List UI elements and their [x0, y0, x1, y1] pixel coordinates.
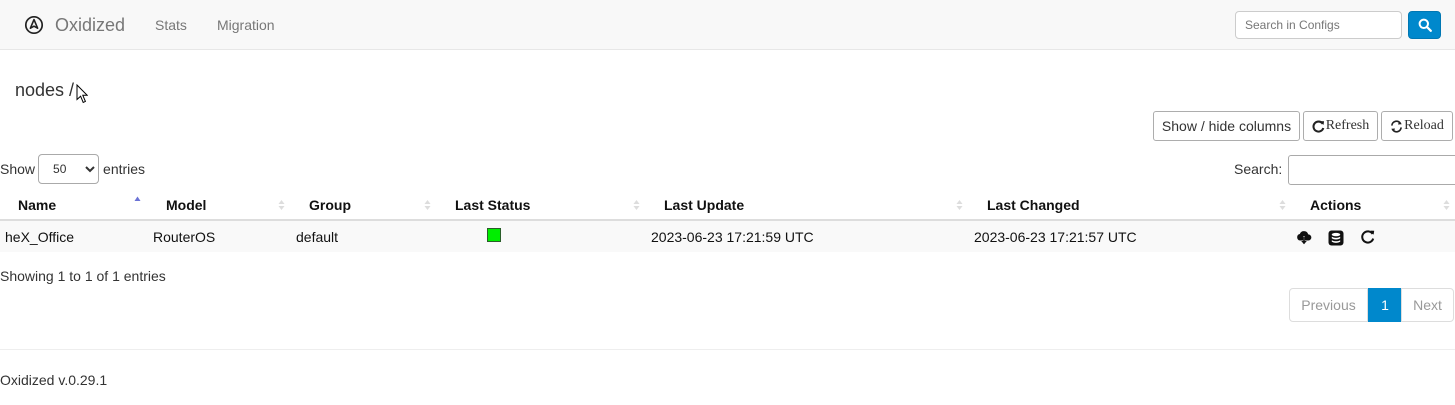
reload-button[interactable]: Reload: [1381, 111, 1453, 141]
status-indicator: [487, 228, 501, 242]
show-hide-columns-button[interactable]: Show / hide columns: [1153, 111, 1300, 141]
navbar: Oxidized Stats Migration: [0, 0, 1455, 50]
page-title: nodes /: [15, 80, 75, 100]
cell-name[interactable]: heX_Office: [5, 229, 74, 245]
footer-version: Oxidized v.0.29.1: [0, 372, 108, 388]
config-search-input[interactable]: [1235, 11, 1402, 39]
pagination-page-1[interactable]: 1: [1368, 288, 1402, 322]
table-header: Name Model Group Last Status Last Update…: [0, 189, 1455, 221]
col-header-model[interactable]: Model: [166, 197, 206, 213]
refresh-icon: [1312, 120, 1325, 133]
show-label: Show: [0, 161, 36, 177]
sort-both-icon: [1279, 200, 1286, 210]
sort-ascending-icon: [134, 196, 141, 201]
table-search-label: Search:: [1234, 161, 1283, 177]
col-header-last-changed[interactable]: Last Changed: [987, 197, 1080, 213]
table-row: heX_Office RouterOS default 2023-06-23 1…: [0, 221, 1455, 252]
refresh-button[interactable]: Refresh: [1303, 111, 1378, 141]
brand-name: Oxidized: [55, 14, 126, 35]
pagination-previous[interactable]: Previous: [1289, 288, 1368, 322]
table-info: Showing 1 to 1 of 1 entries: [0, 268, 166, 284]
sort-both-icon: [278, 200, 285, 210]
nav-stats-link[interactable]: Stats: [155, 17, 187, 33]
sort-both-icon: [424, 200, 431, 210]
search-icon: [1418, 18, 1432, 32]
table-search-input[interactable]: [1288, 155, 1455, 185]
show-hide-columns-label: Show / hide columns: [1161, 118, 1292, 134]
cell-model: RouterOS: [153, 229, 216, 245]
refresh-label: Refresh: [1325, 118, 1370, 133]
database-icon[interactable]: [1328, 230, 1344, 246]
footer-divider: [0, 349, 1455, 350]
cell-group: default: [296, 229, 339, 245]
entries-length-select[interactable]: 50: [38, 154, 100, 184]
sort-both-icon: [956, 200, 963, 210]
col-header-group[interactable]: Group: [309, 197, 351, 213]
nodes-table: Name Model Group Last Status Last Update…: [0, 189, 1455, 252]
nav-migration-link[interactable]: Migration: [217, 17, 275, 33]
config-search-button[interactable]: [1408, 11, 1441, 39]
pagination: Previous 1 Next: [1289, 288, 1454, 322]
sort-both-icon: [1443, 200, 1450, 210]
entries-label: entries: [103, 161, 146, 177]
col-header-name[interactable]: Name: [18, 197, 56, 213]
entries-length-control: Show 50 entries: [0, 154, 146, 184]
col-header-actions[interactable]: Actions: [1310, 197, 1361, 213]
col-header-last-update[interactable]: Last Update: [664, 197, 744, 213]
mouse-cursor-icon: [76, 84, 88, 104]
reload-label: Reload: [1404, 118, 1444, 133]
oxidized-logo-icon: [24, 15, 44, 35]
brand-link[interactable]: Oxidized: [24, 12, 125, 38]
pagination-next[interactable]: Next: [1401, 288, 1454, 322]
cloud-download-icon[interactable]: [1296, 229, 1312, 245]
refresh-node-icon[interactable]: [1360, 229, 1376, 245]
cell-last-changed: 2023-06-23 17:21:57 UTC: [974, 229, 1137, 245]
col-header-last-status[interactable]: Last Status: [455, 197, 530, 213]
reload-icon: [1391, 119, 1403, 133]
cell-last-update: 2023-06-23 17:21:59 UTC: [651, 229, 814, 245]
sort-both-icon: [633, 200, 640, 210]
